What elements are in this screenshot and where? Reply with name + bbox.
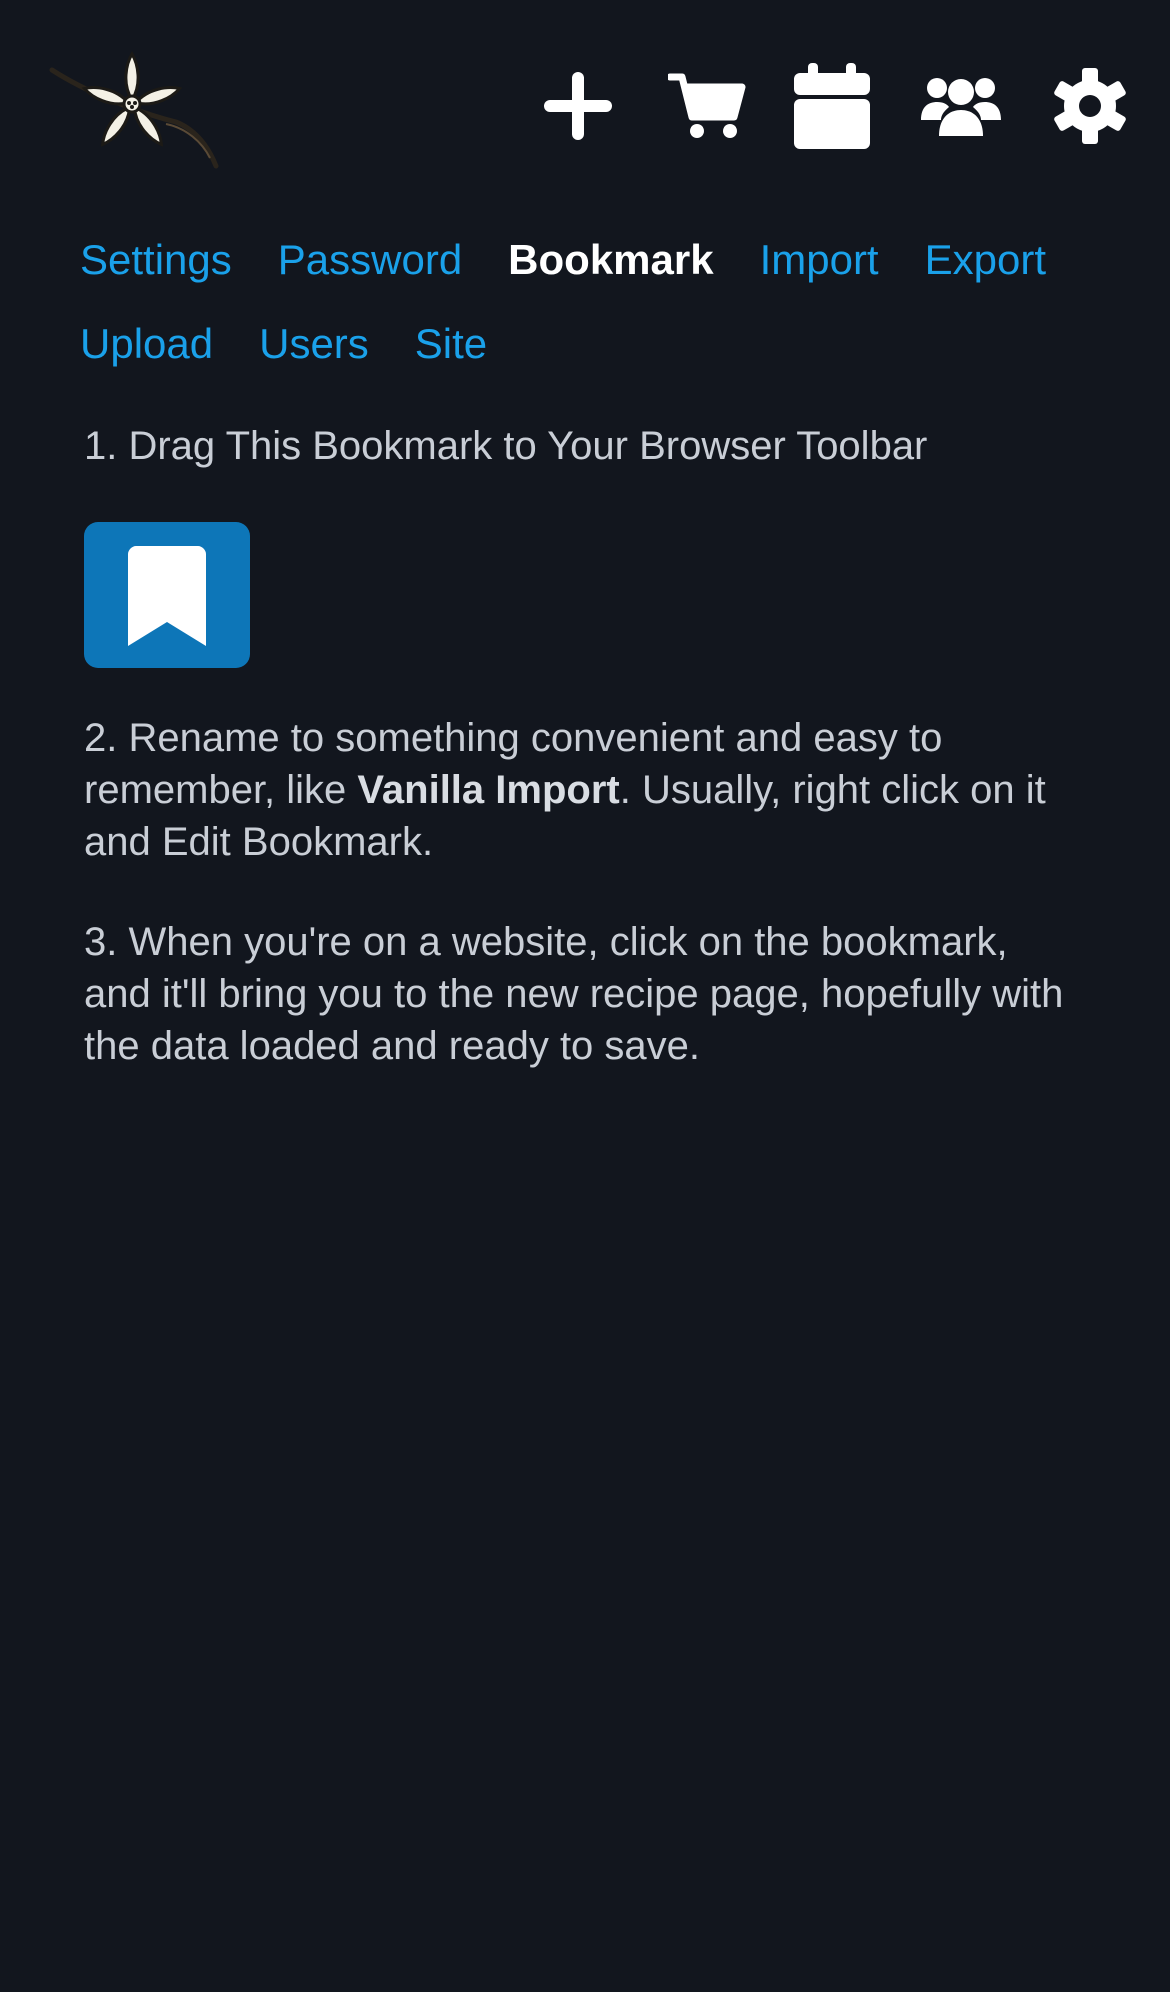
cart-icon[interactable] bbox=[666, 60, 748, 152]
gear-icon[interactable] bbox=[1050, 60, 1130, 152]
header bbox=[0, 0, 1170, 200]
bookmark-icon bbox=[128, 546, 206, 646]
calendar-icon[interactable] bbox=[792, 60, 872, 152]
step-3-text: 3. When you're on a website, click on th… bbox=[84, 920, 1064, 1068]
vanilla-flower-logo[interactable] bbox=[46, 42, 226, 172]
subnav-site[interactable]: Site bbox=[415, 302, 487, 386]
settings-subnav: Settings Password Bookmark Import Export… bbox=[80, 218, 1120, 386]
subnav-upload[interactable]: Upload bbox=[80, 302, 213, 386]
subnav-users[interactable]: Users bbox=[259, 302, 369, 386]
step-1-text: 1. Drag This Bookmark to Your Browser To… bbox=[84, 424, 928, 468]
subnav-bookmark[interactable]: Bookmark bbox=[508, 218, 713, 302]
subnav-password[interactable]: Password bbox=[278, 218, 462, 302]
subnav-settings[interactable]: Settings bbox=[80, 218, 232, 302]
bookmark-instructions: 1. Drag This Bookmark to Your Browser To… bbox=[84, 420, 1074, 1072]
subnav-import[interactable]: Import bbox=[760, 218, 879, 302]
add-icon[interactable] bbox=[540, 60, 616, 152]
subnav-export[interactable]: Export bbox=[925, 218, 1046, 302]
bookmarklet-button[interactable] bbox=[84, 522, 250, 668]
step-2-bookmark-name: Vanilla Import bbox=[357, 768, 620, 812]
step-2-text: 2. Rename to something convenient and ea… bbox=[84, 712, 1074, 868]
users-icon[interactable] bbox=[920, 60, 1002, 152]
